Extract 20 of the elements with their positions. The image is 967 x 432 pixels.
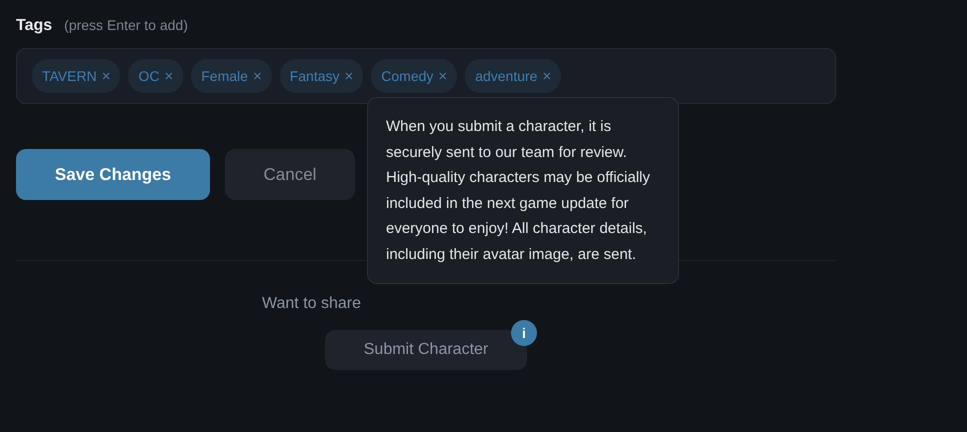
tooltip: When you submit a character, it is securely sent to our team for review. High-quality characters may be officially included in the next game update for everyone to enjoy! All character details, including their avatar image, are sent. xyxy=(367,97,679,284)
remove-tag-button[interactable]: × xyxy=(252,68,262,84)
tags-field[interactable]: TAVERN × OC × Female × Fantasy × Comedy × adventure × xyxy=(16,48,836,104)
remove-tag-button[interactable]: × xyxy=(344,68,354,84)
info-badge[interactable]: i xyxy=(511,320,537,346)
tag-text: Comedy xyxy=(381,68,434,84)
tags-hint: (press Enter to add) xyxy=(64,17,188,33)
tag-text: TAVERN xyxy=(42,68,97,84)
save-button[interactable]: Save Changes xyxy=(16,149,210,200)
tag-text: Fantasy xyxy=(290,68,340,84)
tags-label: Tags xyxy=(16,17,52,35)
remove-tag-button[interactable]: × xyxy=(542,68,552,84)
remove-tag-button[interactable]: × xyxy=(102,68,110,84)
cancel-button[interactable]: Cancel xyxy=(225,149,355,200)
remove-tag-button[interactable]: × xyxy=(164,68,174,84)
remove-tag-button[interactable]: × xyxy=(438,68,448,84)
share-prompt: Want to share xyxy=(262,295,362,312)
tag-text: adventure xyxy=(475,68,538,84)
tag-text: Female xyxy=(201,68,248,84)
tag-text: OC xyxy=(138,68,160,84)
